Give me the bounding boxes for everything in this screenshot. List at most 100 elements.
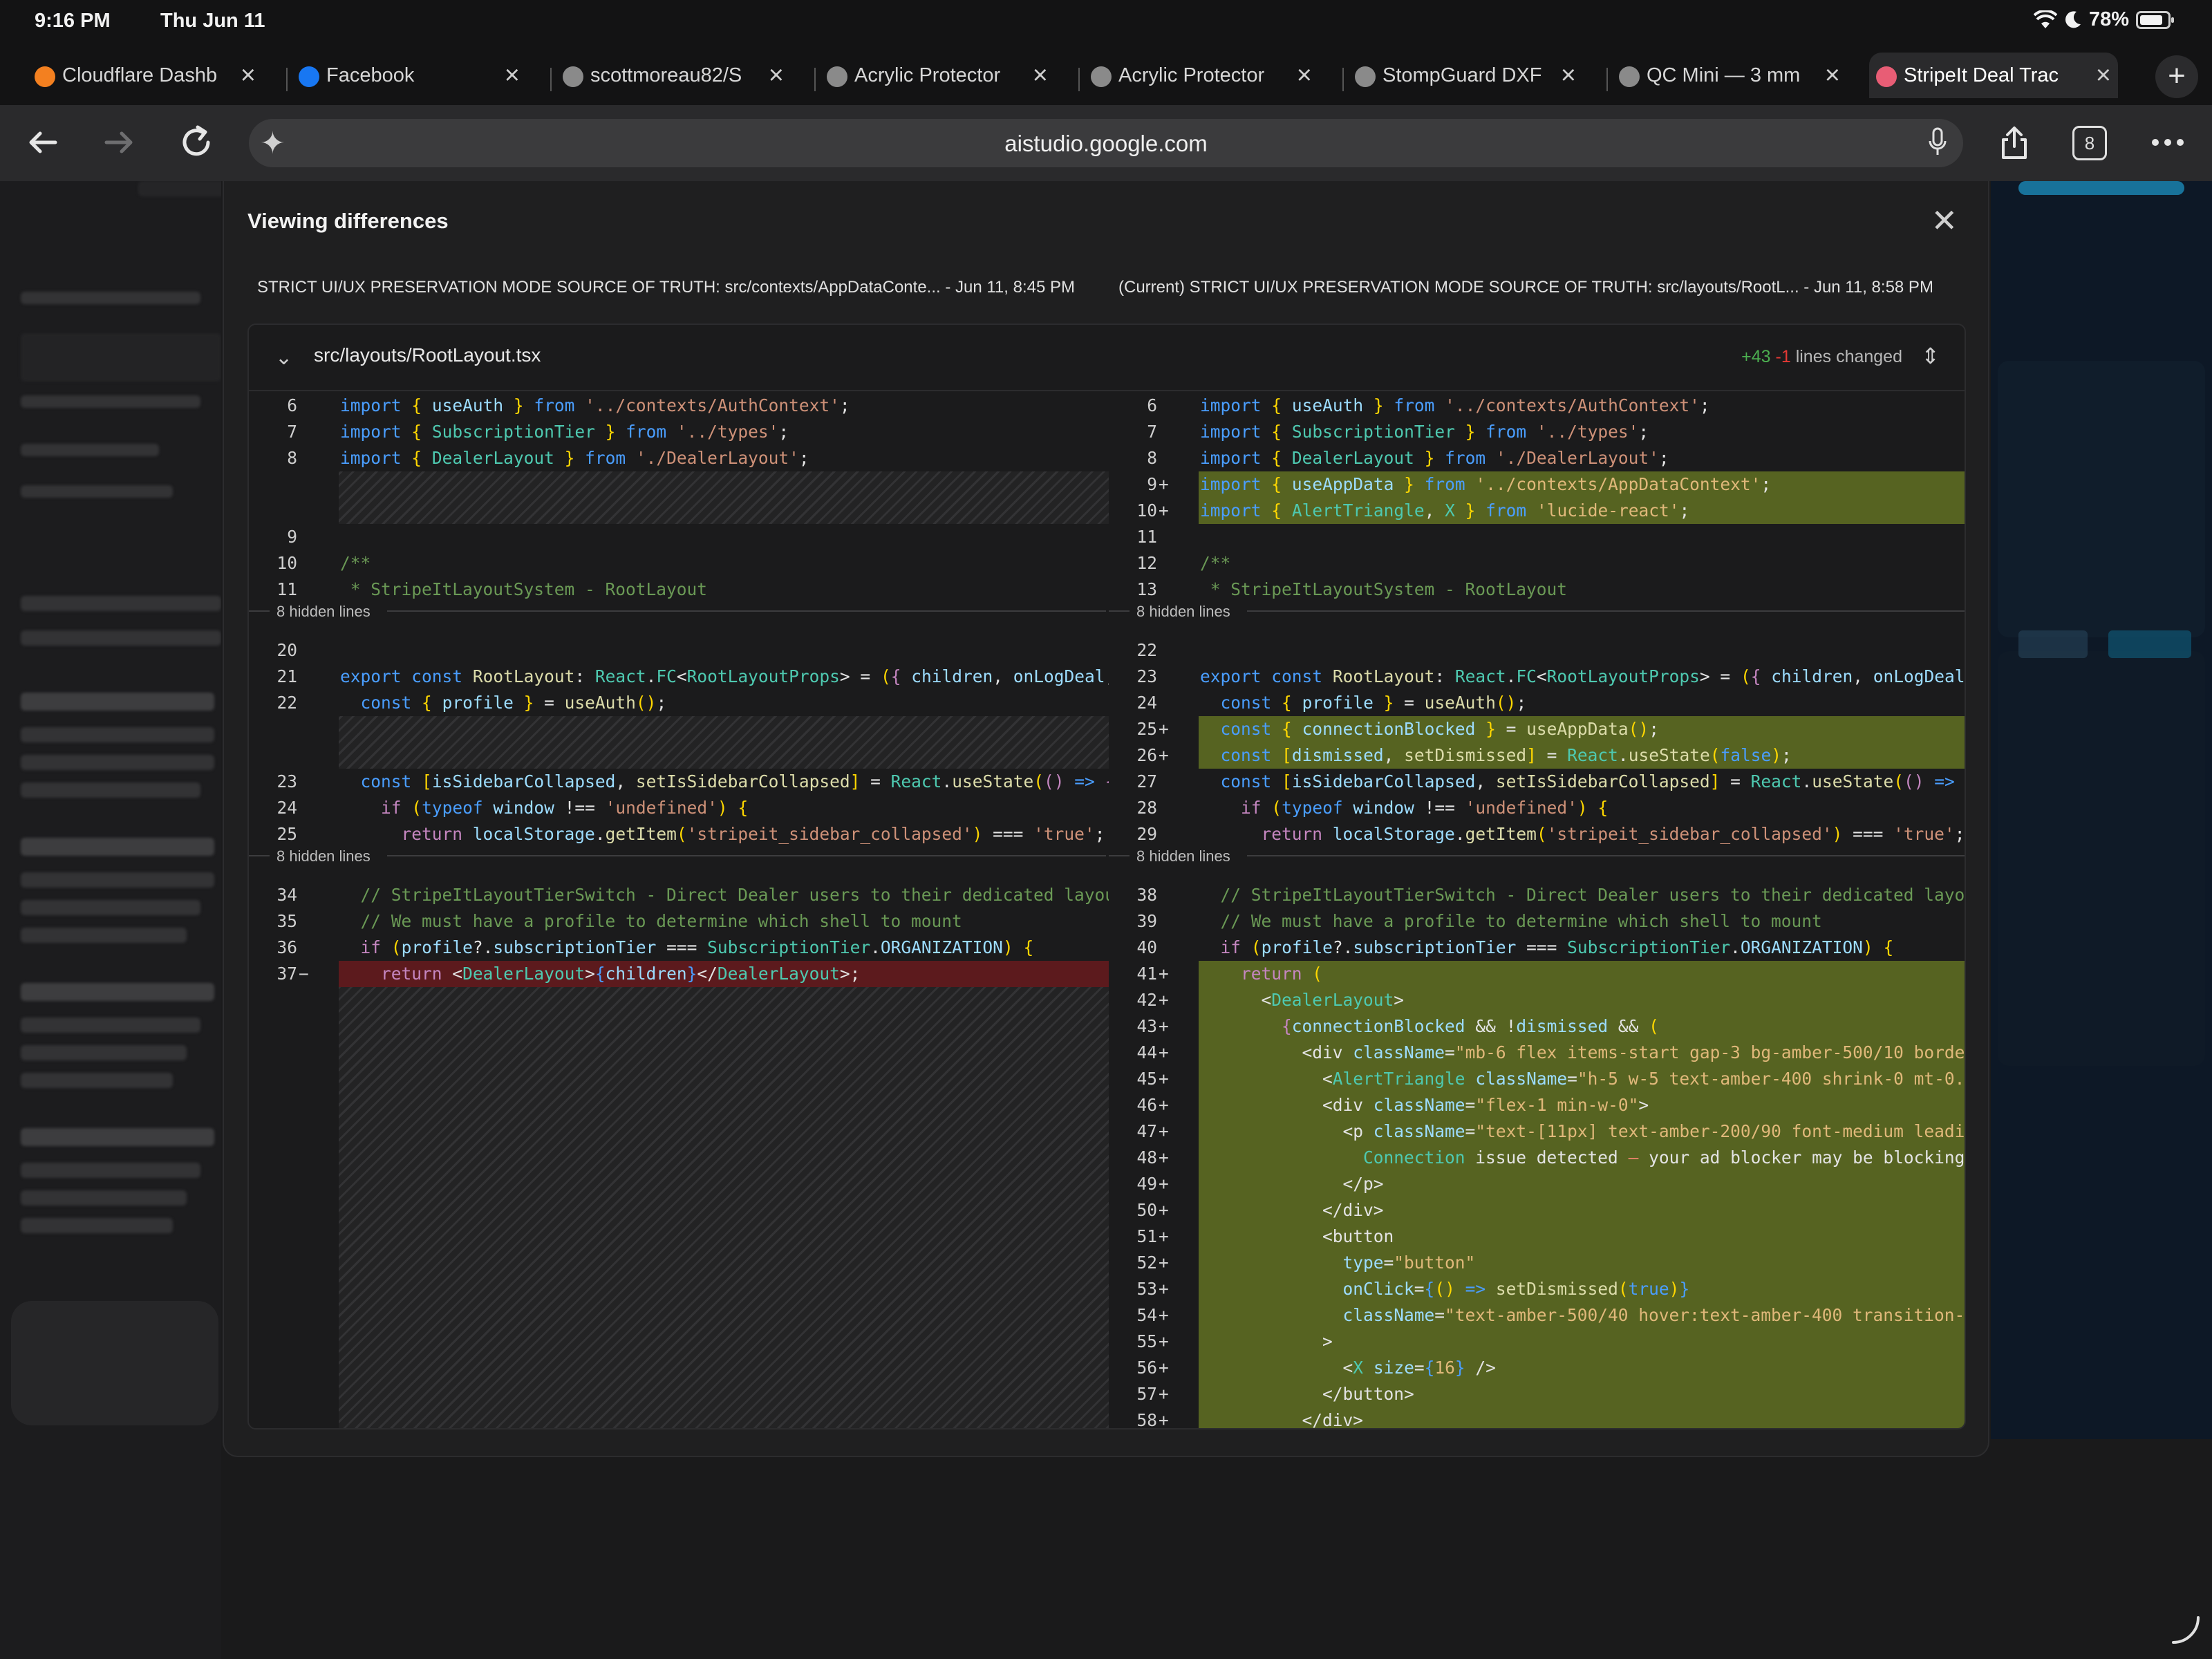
- line-number: 45: [1136, 1069, 1157, 1089]
- added-line-marker: +: [1159, 719, 1169, 739]
- lines-changed-label: lines changed: [1795, 347, 1902, 366]
- url-text[interactable]: aistudio.google.com: [249, 131, 1963, 157]
- added-line-marker: +: [1159, 500, 1169, 521]
- line-number: 39: [1136, 911, 1157, 931]
- line-number: 13: [1136, 579, 1157, 599]
- hidden-lines-label: 8 hidden lines: [276, 603, 371, 620]
- tab-title: StompGuard DXF: [1382, 64, 1542, 86]
- code-line: import { useAuth } from '../contexts/Aut…: [340, 395, 850, 415]
- added-line-marker: +: [1159, 1016, 1169, 1036]
- code-line: return (: [1241, 964, 1323, 984]
- line-number: 38: [1136, 885, 1157, 905]
- tab-separator: [550, 68, 552, 91]
- added-line-marker: +: [1159, 1331, 1169, 1351]
- added-line-marker: +: [1159, 1384, 1169, 1404]
- tab-1[interactable]: Cloudflare Dashb ×: [28, 53, 263, 98]
- line-number: 21: [276, 666, 297, 686]
- diff-pane-original: 6 import { useAuth } from '../contexts/Au…: [249, 393, 1109, 1428]
- background-preview-panel: [1991, 181, 2212, 1439]
- tab-separator: [1606, 68, 1608, 91]
- close-icon[interactable]: ×: [2096, 62, 2111, 88]
- close-icon[interactable]: ×: [1825, 62, 1840, 88]
- tab-separator: [1078, 68, 1080, 91]
- code-line: <AlertTriangle className="h-5 w-5 text-a…: [1322, 1069, 1966, 1089]
- favicon-icon: [827, 66, 847, 87]
- favicon-icon: [35, 66, 55, 87]
- code-line: import { useAuth } from '../contexts/Aut…: [1200, 395, 1710, 415]
- code-line: * StripeItLayoutSystem - RootLayout: [1200, 579, 1568, 599]
- code-line: import { useAppData } from '../contexts/…: [1200, 474, 1772, 494]
- added-line-marker: +: [1159, 745, 1169, 765]
- close-icon[interactable]: ×: [1033, 62, 1048, 88]
- hidden-lines-separator[interactable]: 8 hidden lines: [249, 603, 1106, 620]
- reload-icon[interactable]: [177, 123, 216, 162]
- chevron-down-icon[interactable]: ⌄: [275, 346, 292, 370]
- code-line: const { connectionBlocked } = useAppData…: [1220, 719, 1659, 739]
- tab-title: Acrylic Protector: [1118, 64, 1265, 86]
- share-icon[interactable]: [1995, 123, 2034, 162]
- code-line: type="button": [1342, 1253, 1476, 1273]
- favicon-icon: [1091, 66, 1112, 87]
- tab-8[interactable]: StripeIt Deal Trac ×: [1869, 53, 2118, 98]
- tab-2[interactable]: Facebook ×: [292, 53, 527, 98]
- close-icon[interactable]: ×: [1297, 62, 1312, 88]
- tab-separator: [1342, 68, 1344, 91]
- close-icon[interactable]: ✕: [1931, 205, 1958, 236]
- code-line: className="text-amber-500/40 hover:text-…: [1342, 1305, 1966, 1325]
- code-line: <DealerLayout>: [1261, 990, 1405, 1010]
- back-arrow-icon[interactable]: [24, 123, 62, 162]
- new-tab-button[interactable]: +: [2155, 55, 2198, 98]
- close-icon[interactable]: ×: [769, 62, 784, 88]
- tab-3[interactable]: scottmoreau82/S ×: [556, 53, 791, 98]
- close-icon[interactable]: ×: [241, 62, 256, 88]
- wifi-icon: [2033, 10, 2057, 28]
- code-line: if (profile?.subscriptionTier === Subscr…: [360, 937, 1034, 957]
- hidden-lines-separator[interactable]: 8 hidden lines: [249, 847, 1106, 865]
- tab-count-button[interactable]: 8: [2072, 126, 2107, 160]
- line-number: 9: [1147, 474, 1157, 494]
- microphone-icon[interactable]: [1929, 127, 1947, 158]
- line-number: 20: [276, 640, 297, 660]
- code-line: const { profile } = useAuth();: [1220, 693, 1527, 713]
- address-bar[interactable]: ✦ aistudio.google.com: [249, 119, 1963, 167]
- line-number: 25: [1136, 719, 1157, 739]
- code-line: * StripeItLayoutSystem - RootLayout: [340, 579, 708, 599]
- code-line: export const RootLayout: React.FC<RootLa…: [1200, 666, 1965, 686]
- added-line-marker: +: [1159, 1069, 1169, 1089]
- expand-collapse-icon[interactable]: ⇕: [1921, 343, 1940, 369]
- added-line-marker: +: [1159, 964, 1169, 984]
- line-number: 43: [1136, 1016, 1157, 1036]
- close-icon[interactable]: ×: [505, 62, 520, 88]
- hidden-lines-separator[interactable]: 8 hidden lines: [1109, 603, 1965, 620]
- line-number: 44: [1136, 1042, 1157, 1062]
- resize-handle-icon[interactable]: [2171, 1615, 2201, 1645]
- tab-6[interactable]: StompGuard DXF ×: [1348, 53, 1583, 98]
- removed-line-marker: −: [299, 964, 309, 984]
- code-line: if (profile?.subscriptionTier === Subscr…: [1220, 937, 1894, 957]
- line-number: 9: [287, 527, 297, 547]
- background-input-box: [11, 1301, 218, 1425]
- code-line: /**: [1200, 553, 1231, 573]
- tab-5[interactable]: Acrylic Protector ×: [1084, 53, 1319, 98]
- code-line: </div>: [1322, 1200, 1384, 1220]
- hidden-lines-label: 8 hidden lines: [276, 847, 371, 865]
- code-line: const { profile } = useAuth();: [360, 693, 667, 713]
- close-icon[interactable]: ×: [1561, 62, 1576, 88]
- forward-arrow-icon[interactable]: [100, 123, 138, 162]
- line-number: 50: [1136, 1200, 1157, 1220]
- line-number: 12: [1136, 553, 1157, 573]
- tab-4[interactable]: Acrylic Protector ×: [820, 53, 1055, 98]
- line-number: 48: [1136, 1147, 1157, 1168]
- file-header[interactable]: ⌄ src/layouts/RootLayout.tsx +43 -1 line…: [249, 325, 1965, 391]
- tab-separator: [814, 68, 816, 91]
- tab-7[interactable]: QC Mini — 3 mm ×: [1612, 53, 1847, 98]
- added-line-marker: +: [1159, 990, 1169, 1010]
- line-number: 6: [1147, 395, 1157, 415]
- added-line-marker: +: [1159, 1174, 1169, 1194]
- more-options-icon[interactable]: [2148, 123, 2187, 162]
- code-line: onClick={() => setDismissed(true)}: [1342, 1279, 1690, 1299]
- hidden-lines-separator[interactable]: 8 hidden lines: [1109, 847, 1965, 865]
- line-number: 22: [276, 693, 297, 713]
- code-line: if (typeof window !== 'undefined') {: [1241, 798, 1609, 818]
- line-number: 7: [287, 422, 297, 442]
